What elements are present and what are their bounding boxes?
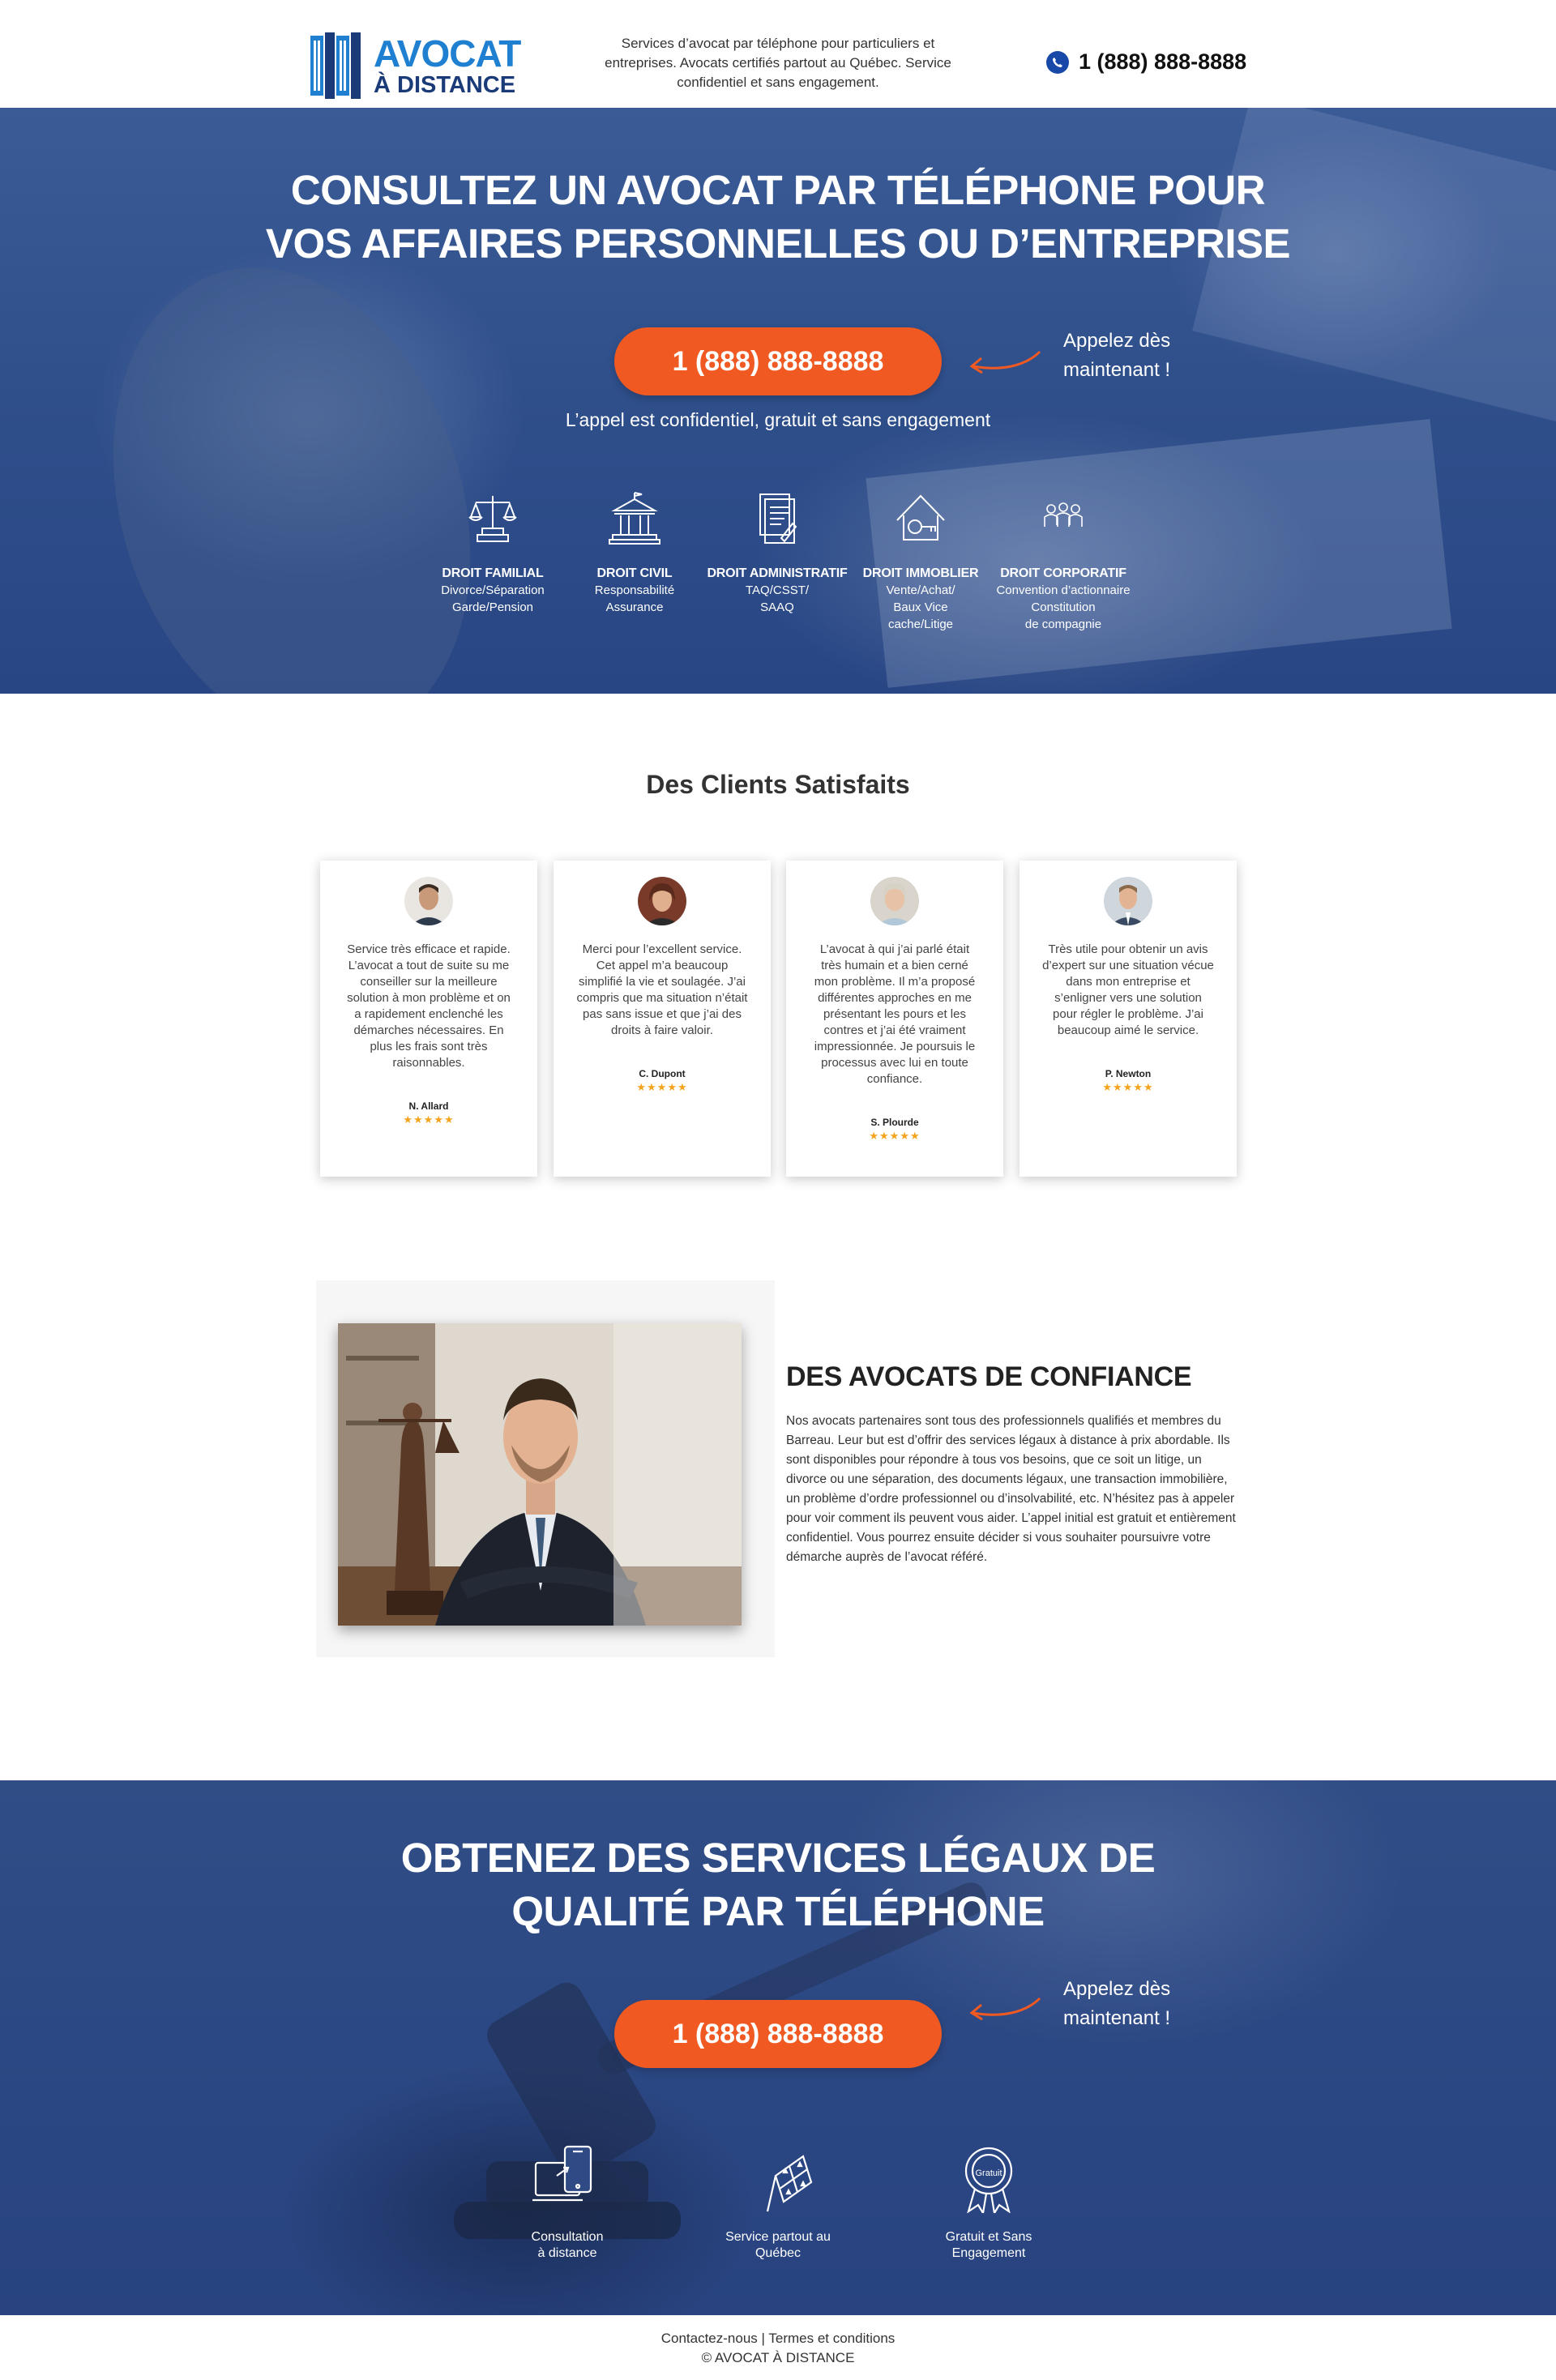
hero-title: CONSULTEZ UN AVOCAT PAR TÉLÉPHONE POUR V… (0, 164, 1556, 271)
footer-terms-link[interactable]: Termes et conditions (768, 2331, 895, 2346)
footer-contact-link[interactable]: Contactez-nous (661, 2331, 758, 2346)
testimonial-quote: L’avocat à qui j’ai parlé était très hum… (814, 942, 976, 1086)
devices-icon (532, 2143, 602, 2213)
service-detail: de compagnie (1024, 617, 1102, 631)
service-detail: Garde/Pension (451, 600, 534, 614)
footer-separator: | (761, 2331, 765, 2346)
feature-remote-consultation: Consultation à distance (486, 2143, 648, 2262)
avatar (870, 877, 919, 925)
call-now-line: maintenant ! (1063, 2007, 1171, 2029)
about-title: DES AVOCATS DE CONFIANCE (786, 1361, 1192, 1392)
service-detail: Constitution (1031, 600, 1096, 614)
feature-label: à distance (537, 2246, 597, 2260)
hero-subtitle: L’appel est confidentiel, gratuit et san… (565, 409, 991, 430)
service-detail: Responsabilité (594, 583, 675, 597)
hero-call-button[interactable]: 1 (888) 888-8888 (614, 327, 942, 395)
call-now-line: Appelez dès (1063, 330, 1171, 352)
service-corporate-law: DROIT CORPORATIF Convention d’actionnair… (990, 491, 1136, 632)
star-rating-icon: ★★★★★ (1102, 1081, 1154, 1093)
hero-title-line2: VOS AFFAIRES PERSONNELLES OU D’ENTREPRIS… (265, 220, 1291, 267)
feature-label: Service partout au (725, 2230, 831, 2244)
star-rating-icon: ★★★★★ (636, 1081, 688, 1093)
cta-title-line2: QUALITÉ PAR TÉLÉPHONE (511, 1888, 1045, 1934)
house-key-icon (892, 491, 949, 548)
star-rating-icon: ★★★★★ (403, 1113, 455, 1126)
service-detail: SAAQ (760, 600, 794, 614)
hero-call-now-text: Appelez dès maintenant ! (1063, 327, 1170, 385)
service-title: DROIT IMMOBLIER (862, 566, 979, 580)
header-tagline: Services d’avocat par téléphone pour par… (605, 36, 951, 90)
site-footer: Contactez-nous | Termes et conditions © … (0, 2315, 1556, 2380)
testimonial-quote: Merci pour l’excellent service. Cet appe… (576, 942, 748, 1037)
service-real-estate-law: DROIT IMMOBLIER Vente/Achat/ Baux Vice c… (848, 491, 994, 632)
call-now-line: maintenant ! (1063, 359, 1171, 381)
feature-label: Consultation (531, 2230, 604, 2244)
testimonial-card: L’avocat à qui j’ai parlé était très hum… (786, 861, 1003, 1177)
cta-call-now-text: Appelez dès maintenant ! (1063, 1975, 1170, 2033)
header-phone-link[interactable]: 1 (888) 888-8888 (1046, 49, 1246, 75)
site-header: AVOCAT À DISTANCE Services d’avocat par … (0, 0, 1556, 108)
service-detail: Assurance (605, 600, 664, 614)
service-title: DROIT ADMINISTRATIF (707, 566, 848, 580)
logo-title: AVOCAT (374, 32, 521, 75)
testimonial-author: S. Plourde (870, 1117, 919, 1128)
page: AVOCAT À DISTANCE Services d’avocat par … (0, 0, 1556, 2380)
service-detail: Convention d’actionnaire (996, 583, 1131, 597)
courthouse-icon (606, 491, 663, 548)
call-now-line: Appelez dès (1063, 1978, 1171, 2000)
service-detail: Vente/Achat/ (886, 583, 955, 597)
logo-subtitle: À DISTANCE (374, 71, 516, 98)
service-family-law: DROIT FAMILIAL Divorce/Séparation Garde/… (420, 491, 566, 615)
testimonial-card: Service très efficace et rapide. L’avoca… (320, 861, 537, 1177)
footer-links: Contactez-nous | Termes et conditions (0, 2331, 1556, 2347)
avatar (1104, 877, 1152, 925)
hero-background-shape (54, 220, 529, 694)
service-detail: cache/Litige (887, 617, 954, 631)
service-title: DROIT CORPORATIF (1000, 566, 1126, 580)
about-body: Nos avocats partenaires sont tous des pr… (786, 1414, 1236, 1564)
columns-logo-icon (310, 32, 369, 99)
cta-title: OBTENEZ DES SERVICES LÉGAUX DE QUALITÉ P… (0, 1831, 1556, 1938)
service-detail: TAQ/CSST/ (745, 583, 810, 597)
curved-arrow-icon (969, 350, 1041, 374)
testimonial-author: P. Newton (1105, 1068, 1152, 1079)
avatar (638, 877, 686, 925)
feature-label: Québec (754, 2246, 802, 2260)
testimonial-quote: Service très efficace et rapide. L’avoca… (347, 942, 511, 1070)
testimonial-quote: Très utile pour obtenir un avis d’expert… (1042, 942, 1214, 1037)
avatar (404, 877, 453, 925)
cta-title-line1: OBTENEZ DES SERVICES LÉGAUX DE (400, 1835, 1156, 1881)
star-rating-icon: ★★★★★ (869, 1130, 921, 1142)
document-icon (749, 491, 806, 548)
quebec-flag-icon (743, 2143, 813, 2213)
testimonials-title: Des Clients Satisfaits (646, 770, 910, 799)
logo[interactable]: AVOCAT À DISTANCE (310, 32, 521, 99)
lawyer-photo (338, 1323, 742, 1626)
badge-text: Gratuit (975, 2168, 1002, 2178)
footer-copyright: © AVOCAT À DISTANCE (701, 2350, 855, 2365)
free-badge-icon: Gratuit (954, 2143, 1024, 2216)
scales-icon (464, 491, 521, 548)
service-title: DROIT CIVIL (596, 566, 673, 580)
cta-call-button[interactable]: 1 (888) 888-8888 (614, 2000, 942, 2068)
feature-free-no-commitment: Gratuit Gratuit et Sans Engagement (908, 2143, 1070, 2262)
feature-quebec-service: Service partout au Québec (697, 2143, 859, 2262)
testimonial-card: Très utile pour obtenir un avis d’expert… (1020, 861, 1237, 1177)
curved-arrow-icon (969, 1997, 1041, 2021)
hero-title-line1: CONSULTEZ UN AVOCAT PAR TÉLÉPHONE POUR (290, 167, 1266, 213)
phone-icon (1046, 50, 1069, 74)
service-detail: Divorce/Séparation (441, 583, 545, 597)
testimonial-author: N. Allard (408, 1100, 449, 1112)
service-civil-law: DROIT CIVIL Responsabilité Assurance (562, 491, 707, 615)
testimonial-author: C. Dupont (639, 1068, 686, 1079)
header-phone-number: 1 (888) 888-8888 (1079, 49, 1247, 74)
team-icon (1035, 491, 1092, 548)
service-title: DROIT FAMILIAL (442, 566, 544, 580)
feature-label: Gratuit et Sans (945, 2230, 1032, 2244)
service-administrative-law: DROIT ADMINISTRATIF TAQ/CSST/ SAAQ (704, 491, 850, 615)
feature-label: Engagement (951, 2246, 1026, 2260)
testimonial-card: Merci pour l’excellent service. Cet appe… (554, 861, 771, 1177)
service-detail: Baux Vice (893, 600, 948, 614)
